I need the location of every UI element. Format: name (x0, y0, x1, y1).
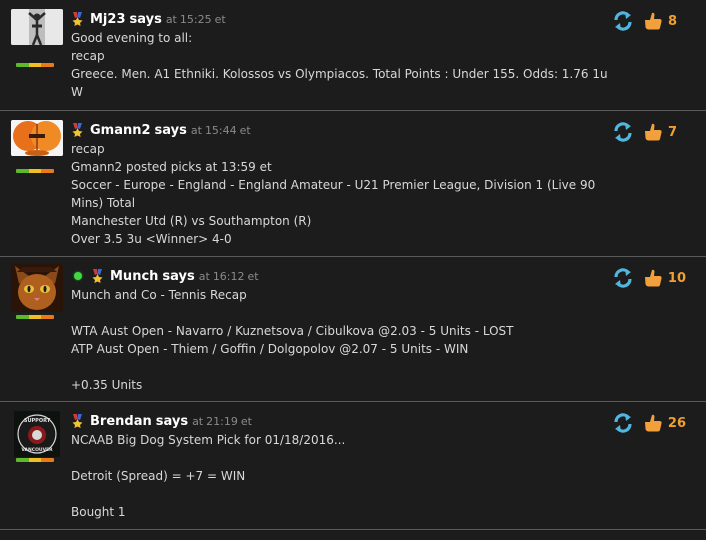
at-label: at (198, 269, 210, 283)
comment-line: W (71, 85, 83, 99)
likes-count: 8 (668, 13, 678, 29)
medal-icon (92, 269, 103, 283)
timestamp: 21:19 (206, 414, 238, 428)
thumbs-up-icon[interactable] (643, 268, 663, 288)
online-status-icon (74, 272, 82, 280)
comment-line (71, 449, 586, 467)
likes-count: 26 (667, 415, 686, 431)
at-label: at (165, 12, 177, 26)
says-label: says (155, 413, 189, 429)
avatar[interactable] (11, 9, 63, 45)
says-label: says (154, 122, 187, 138)
likes-count: 10 (667, 270, 686, 286)
medal-icon (72, 414, 83, 428)
timezone: et (240, 414, 252, 428)
comment-line: NCAAB Big Dog System Pick for 01/18/2016… (71, 433, 346, 447)
retweet-icon[interactable] (612, 412, 634, 434)
comment-line: Over 3.5 3u <Winner> 4-0 (71, 232, 232, 246)
comment-line: recap (71, 49, 105, 63)
comment: SUPPORT VANCOUVER Brendan says at 21:19 … (0, 402, 706, 530)
avatar-image (11, 120, 63, 156)
timezone: et (247, 269, 259, 283)
timezone: et (239, 123, 251, 137)
comment-line: Gmann2 posted picks at 13:59 et (71, 160, 272, 174)
comment-line: +0.35 Units (71, 378, 143, 392)
comment-line: Manchester Utd (R) vs Southampton (R) (71, 214, 312, 228)
comment-line: Soccer - Europe - England - England Amat… (71, 178, 596, 192)
avatar-text: VANCOUVER (21, 447, 53, 453)
avatar-image: SUPPORT VANCOUVER (14, 411, 60, 457)
rating-bar (16, 63, 54, 67)
avatar-image (11, 264, 63, 312)
at-label: at (192, 414, 204, 428)
rating-bar (16, 169, 54, 173)
comment-line: Greece. Men. A1 Ethniki. Kolossos vs Oly… (71, 67, 608, 81)
timestamp: 16:12 (212, 269, 245, 283)
thumbs-up-icon[interactable] (643, 413, 663, 433)
comment: Gmann2 says at 15:44 et recap Gmann2 pos… (0, 111, 706, 257)
retweet-icon[interactable] (612, 10, 634, 32)
avatar-text: SUPPORT (24, 418, 51, 424)
rating-bar (16, 315, 54, 319)
author-name[interactable]: Munch (110, 269, 158, 284)
avatar[interactable] (11, 264, 63, 312)
comment: Munch says at 16:12 et Munch and Co - Te… (0, 257, 706, 402)
comment: Mj23 says at 15:25 et Good evening to al… (0, 0, 706, 111)
thumbs-up-icon[interactable] (643, 122, 663, 142)
comment-line: Bought 1 (71, 505, 126, 519)
comment-line: Detroit (Spread) = +7 = WIN (71, 469, 246, 483)
comment-line: recap (71, 142, 105, 156)
comment-line: WTA Aust Open - Navarro / Kuznetsova / C… (71, 324, 514, 338)
retweet-icon[interactable] (612, 267, 634, 289)
author-name[interactable]: Mj23 (90, 12, 125, 27)
comment-line (71, 485, 586, 503)
timestamp: 15:25 (179, 12, 212, 26)
medal-icon (72, 12, 83, 26)
likes-count: 7 (668, 124, 678, 140)
says-label: says (129, 11, 162, 27)
comment-line (71, 358, 586, 376)
avatar[interactable] (11, 120, 63, 156)
medal-icon (72, 123, 83, 137)
thumbs-up-icon[interactable] (643, 11, 663, 31)
avatar[interactable]: SUPPORT VANCOUVER (14, 411, 60, 457)
rating-bar (16, 458, 54, 462)
author-name[interactable]: Brendan (90, 414, 152, 429)
comment-line: Munch and Co - Tennis Recap (71, 288, 247, 302)
comment-line: Good evening to all: (71, 31, 193, 45)
timezone: et (214, 12, 226, 26)
comment-line: ATP Aust Open - Thiem / Goffin / Dolgopo… (71, 342, 469, 356)
author-name[interactable]: Gmann2 (90, 123, 151, 138)
says-label: says (162, 268, 195, 284)
retweet-icon[interactable] (612, 121, 634, 143)
timestamp: 15:44 (204, 123, 237, 137)
comment-line (71, 304, 586, 322)
avatar-image (11, 9, 63, 45)
at-label: at (190, 123, 202, 137)
comment-line: Mins) Total (71, 196, 136, 210)
